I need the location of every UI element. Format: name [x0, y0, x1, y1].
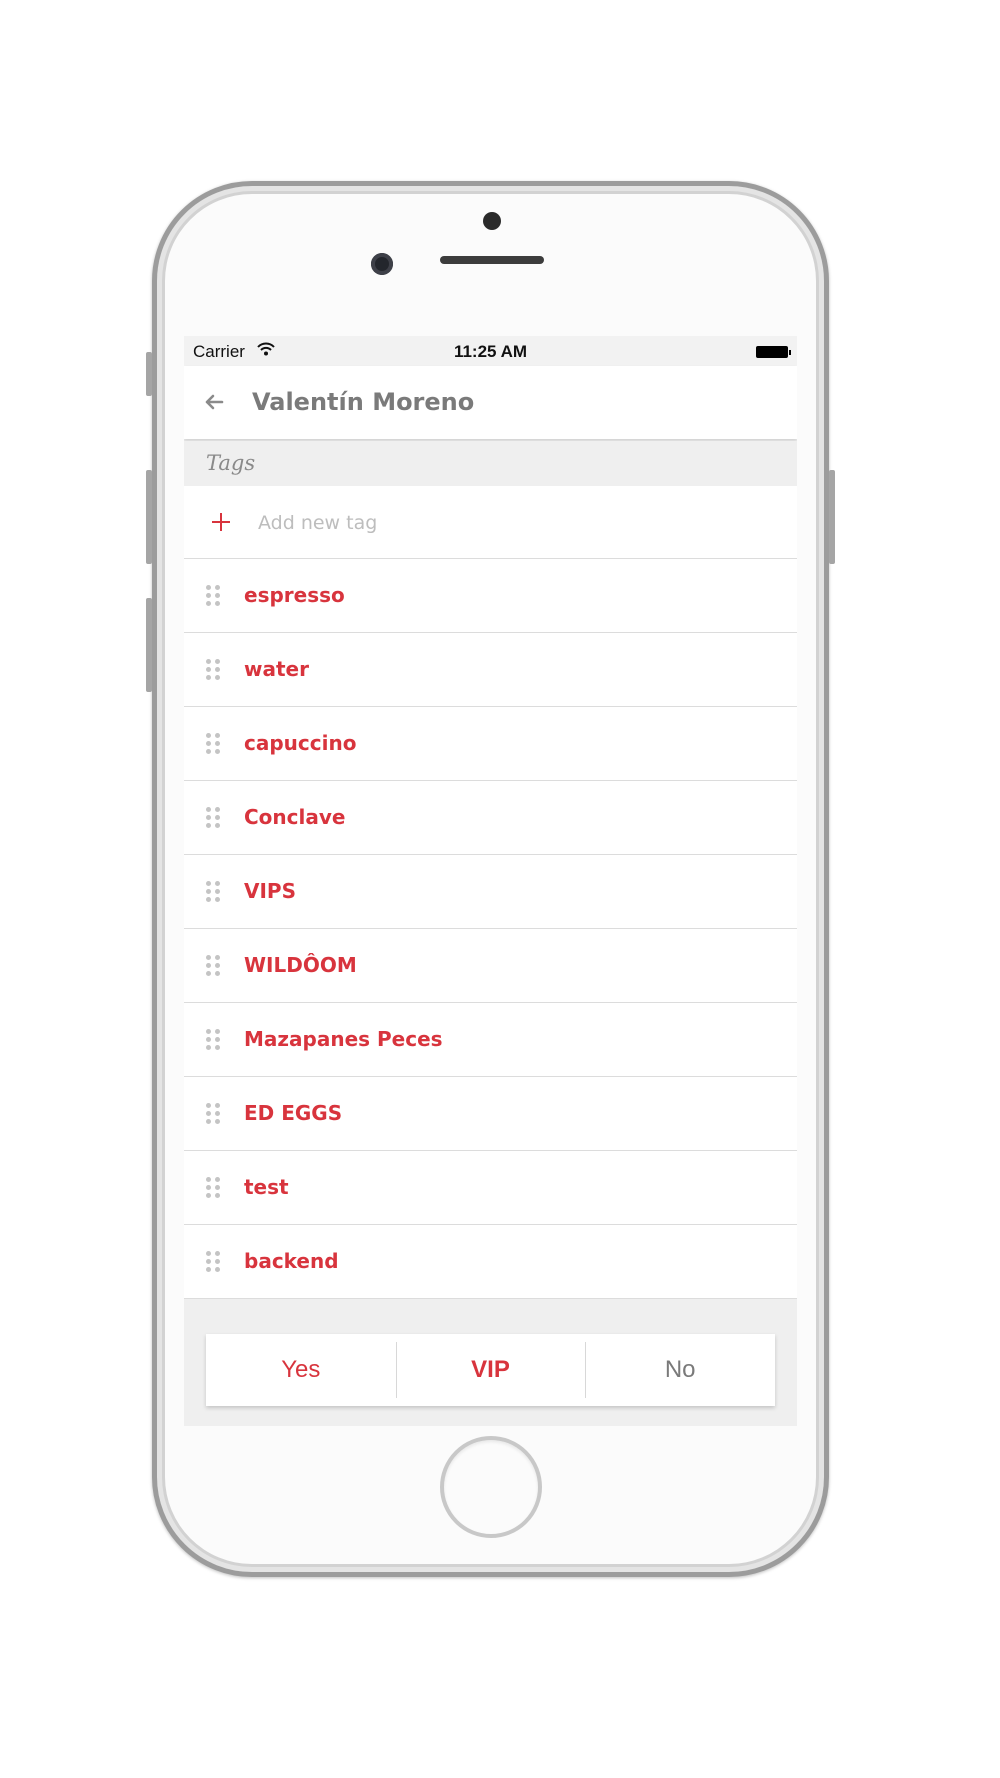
drag-handle-icon[interactable] [206, 881, 220, 903]
no-button[interactable]: No [585, 1334, 775, 1406]
tag-label: ED EGGS [244, 1101, 343, 1125]
tag-row[interactable]: capuccino [184, 707, 797, 781]
drag-handle-icon[interactable] [206, 807, 220, 829]
add-tag-input[interactable] [256, 504, 760, 542]
status-segmented-control: Yes VIP No [206, 1334, 775, 1406]
navigation-bar: Valentín Moreno [184, 366, 797, 439]
drag-handle-icon[interactable] [206, 659, 220, 681]
tag-label: test [244, 1175, 289, 1199]
front-camera [371, 253, 393, 275]
app-screen: Carrier 11:25 AM Valentín Moreno Tags es… [184, 336, 797, 1426]
section-title: Tags [206, 451, 256, 475]
volume-up-button [146, 470, 152, 564]
battery-icon [756, 346, 791, 358]
drag-handle-icon[interactable] [206, 1029, 220, 1051]
tag-label: Conclave [244, 805, 346, 829]
yes-button[interactable]: Yes [206, 1334, 396, 1406]
power-button [829, 470, 835, 564]
drag-handle-icon[interactable] [206, 955, 220, 977]
tag-label: Mazapanes Peces [244, 1027, 443, 1051]
volume-down-button [146, 598, 152, 692]
section-header: Tags [184, 441, 797, 486]
tag-row[interactable]: espresso [184, 559, 797, 633]
tag-row[interactable]: backend [184, 1225, 797, 1299]
tag-row[interactable]: water [184, 633, 797, 707]
tag-row[interactable]: WILDÔOM [184, 929, 797, 1003]
tag-label: VIPS [244, 879, 296, 903]
tag-row[interactable]: test [184, 1151, 797, 1225]
tag-label: espresso [244, 583, 345, 607]
bottom-bar: Yes VIP No [184, 1316, 797, 1426]
tag-row[interactable]: ED EGGS [184, 1077, 797, 1151]
add-tag-row[interactable] [184, 486, 797, 559]
proximity-sensor [483, 212, 501, 230]
tag-label: WILDÔOM [244, 953, 357, 977]
page-title: Valentín Moreno [252, 388, 475, 416]
drag-handle-icon[interactable] [206, 733, 220, 755]
tag-row[interactable]: VIPS [184, 855, 797, 929]
home-button[interactable] [440, 1436, 542, 1538]
back-arrow-icon[interactable] [202, 390, 226, 414]
tag-label: water [244, 657, 309, 681]
vip-button[interactable]: VIP [395, 1334, 586, 1406]
earpiece-speaker [440, 256, 544, 264]
plus-icon[interactable] [212, 513, 230, 531]
status-bar: Carrier 11:25 AM [184, 336, 797, 366]
drag-handle-icon[interactable] [206, 1251, 220, 1273]
tag-list: espresso water capuccino Conclave VIPS W… [184, 559, 797, 1299]
tag-label: backend [244, 1249, 339, 1273]
drag-handle-icon[interactable] [206, 1103, 220, 1125]
tag-label: capuccino [244, 731, 357, 755]
tag-row[interactable]: Conclave [184, 781, 797, 855]
drag-handle-icon[interactable] [206, 1177, 220, 1199]
mute-switch [146, 352, 152, 396]
drag-handle-icon[interactable] [206, 585, 220, 607]
tag-row[interactable]: Mazapanes Peces [184, 1003, 797, 1077]
status-time: 11:25 AM [453, 342, 528, 361]
